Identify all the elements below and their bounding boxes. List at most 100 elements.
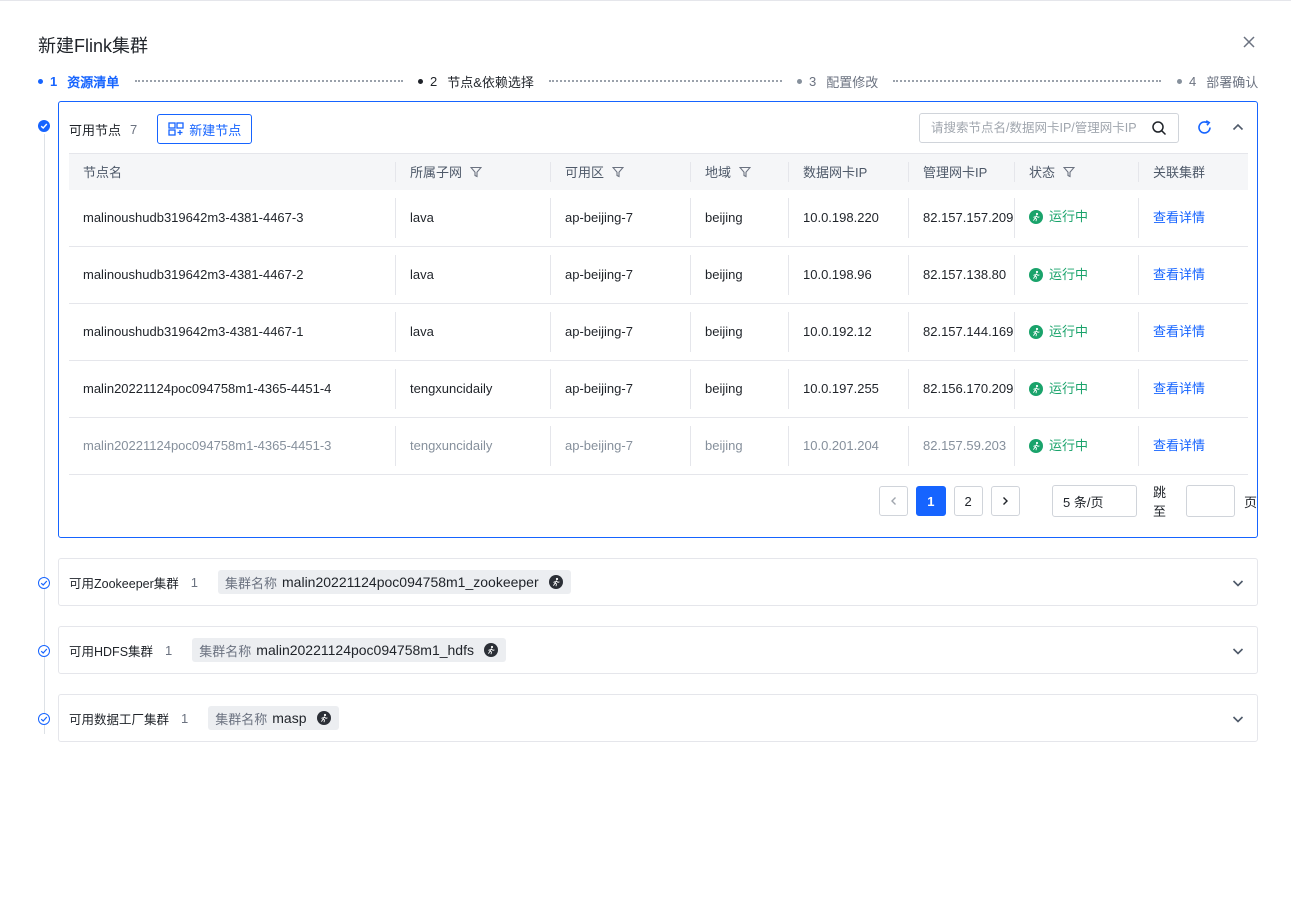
prev-page-button[interactable] [879, 486, 909, 516]
running-icon [1029, 381, 1043, 396]
cell-zone: ap-beijing-7 [551, 189, 691, 247]
check-circle-icon [38, 713, 50, 725]
step-3[interactable]: 3 配置修改 [797, 72, 878, 90]
panel-label: 可用节点 [69, 122, 122, 138]
cell-zone: ap-beijing-7 [551, 417, 691, 475]
cell-mgmt-ip: 82.156.170.209 [909, 360, 1015, 418]
table-row: malin20221124poc094758m1-4365-4451-3 teng… [69, 417, 1248, 475]
view-details-link[interactable]: 查看详情 [1153, 438, 1205, 453]
status-badge: 运行中 [1029, 322, 1088, 342]
step-connector [893, 80, 1161, 82]
node-search-box[interactable] [919, 113, 1179, 143]
new-node-button[interactable]: 新建节点 [157, 114, 253, 144]
cell-link: 查看详情 [1139, 360, 1248, 418]
chevron-down-icon[interactable] [1231, 644, 1245, 658]
chevron-down-icon[interactable] [1231, 576, 1245, 590]
cell-subnet: lava [396, 189, 551, 247]
cell-link: 查看详情 [1139, 303, 1248, 361]
step-connector [135, 80, 403, 82]
view-details-link[interactable]: 查看详情 [1153, 210, 1205, 225]
jump-page-input[interactable] [1186, 485, 1235, 517]
table-row: malinoushudb319642m3-4381-4467-3 lava ap-b… [69, 189, 1248, 247]
cell-subnet: tengxuncidaily [396, 360, 551, 418]
cell-status: 运行中 [1015, 417, 1139, 475]
next-page-button[interactable] [990, 486, 1020, 516]
cluster-panel-count: 1 [181, 710, 189, 726]
cell-data-ip: 10.0.198.220 [789, 189, 909, 247]
running-icon [1029, 267, 1043, 282]
cell-data-ip: 10.0.201.204 [789, 417, 909, 475]
node-search-input[interactable] [931, 121, 1151, 135]
cell-data-ip: 10.0.197.255 [789, 360, 909, 418]
running-icon [548, 575, 563, 589]
col-header: 关联集群 [1139, 153, 1248, 190]
stepper: 1 资源清单 2 节点&依赖选择 3 配置修改 4 部署确认 [38, 72, 1260, 90]
cluster-panel-label: 可用数据工厂集群 [69, 712, 170, 727]
chevron-right-icon [1003, 497, 1009, 505]
available-nodes-panel: 可用节点 7 新建节点 节点名 所属子网 可用区 地域 [58, 101, 1258, 538]
cluster-panel-label: 可用HDFS集群 [69, 644, 154, 659]
dialog-title: 新建Flink集群 [38, 36, 149, 56]
cell-status: 运行中 [1015, 246, 1139, 304]
cluster-panel-count: 1 [190, 574, 198, 590]
cell-status: 运行中 [1015, 303, 1139, 361]
cell-zone: ap-beijing-7 [551, 303, 691, 361]
panel-count: 7 [130, 121, 138, 137]
col-header: 状态 [1015, 153, 1139, 190]
running-icon [316, 711, 331, 725]
step-connector [549, 80, 782, 82]
cluster-panel-count: 1 [165, 642, 173, 658]
filter-icon[interactable] [611, 166, 625, 178]
table-row: malin20221124poc094758m1-4365-4451-4 teng… [69, 360, 1248, 418]
running-icon [1029, 324, 1043, 339]
view-details-link[interactable]: 查看详情 [1153, 381, 1205, 396]
status-badge: 运行中 [1029, 265, 1088, 285]
cell-subnet: tengxuncidaily [396, 417, 551, 475]
page-size-select[interactable]: 5 条/页 [1052, 485, 1137, 517]
cell-zone: ap-beijing-7 [551, 360, 691, 418]
table-header-row: 节点名 所属子网 可用区 地域 数据网卡IP 管理网卡IP 状态 关联集群 [69, 153, 1248, 190]
cell-name: malinoushudb319642m3-4381-4467-2 [69, 246, 396, 304]
chevron-left-icon [890, 497, 896, 505]
table-row: malinoushudb319642m3-4381-4467-1 lava ap-b… [69, 303, 1248, 361]
step-4[interactable]: 4 部署确认 [1177, 72, 1258, 90]
cluster-panel[interactable]: 可用HDFS集群 1 集群名称 malin20221124poc094758m1… [58, 626, 1258, 674]
filter-icon[interactable] [1062, 166, 1076, 178]
view-details-link[interactable]: 查看详情 [1153, 267, 1205, 282]
cell-data-ip: 10.0.198.96 [789, 246, 909, 304]
cluster-panel[interactable]: 可用Zookeeper集群 1 集群名称 malin20221124poc094… [58, 558, 1258, 606]
running-icon [1029, 438, 1043, 453]
running-icon [1029, 210, 1043, 225]
col-header: 节点名 [69, 153, 396, 190]
step-dot-icon [418, 78, 423, 84]
refresh-icon[interactable] [1196, 119, 1213, 136]
status-badge: 运行中 [1029, 436, 1088, 456]
check-circle-icon [38, 577, 50, 589]
page-1-button[interactable]: 1 [916, 486, 946, 516]
cell-mgmt-ip: 82.157.157.209 [909, 189, 1015, 247]
step-1[interactable]: 1 资源清单 [38, 72, 119, 90]
status-badge: 运行中 [1029, 379, 1088, 399]
cell-region: beijing [691, 303, 789, 361]
chevron-down-icon[interactable] [1231, 712, 1245, 726]
cell-region: beijing [691, 360, 789, 418]
cell-status: 运行中 [1015, 189, 1139, 247]
col-header: 管理网卡IP [909, 153, 1015, 190]
jump-label: 跳至 [1152, 485, 1166, 519]
step-2[interactable]: 2 节点&依赖选择 [418, 72, 534, 90]
cluster-tag: 集群名称 masp [208, 706, 339, 730]
step-dot-icon [797, 78, 802, 84]
close-icon[interactable] [1240, 34, 1258, 52]
cluster-panel[interactable]: 可用数据工厂集群 1 集群名称 masp [58, 694, 1258, 742]
page-2-button[interactable]: 2 [953, 486, 983, 516]
step-dot-icon [38, 78, 43, 84]
cell-link: 查看详情 [1139, 417, 1248, 475]
chevron-up-icon[interactable] [1231, 120, 1245, 134]
filter-icon[interactable] [469, 166, 483, 178]
view-details-link[interactable]: 查看详情 [1153, 324, 1205, 339]
filter-icon[interactable] [738, 166, 752, 178]
col-header: 数据网卡IP [789, 153, 909, 190]
cell-region: beijing [691, 246, 789, 304]
cell-data-ip: 10.0.192.12 [789, 303, 909, 361]
search-icon[interactable] [1151, 120, 1167, 136]
